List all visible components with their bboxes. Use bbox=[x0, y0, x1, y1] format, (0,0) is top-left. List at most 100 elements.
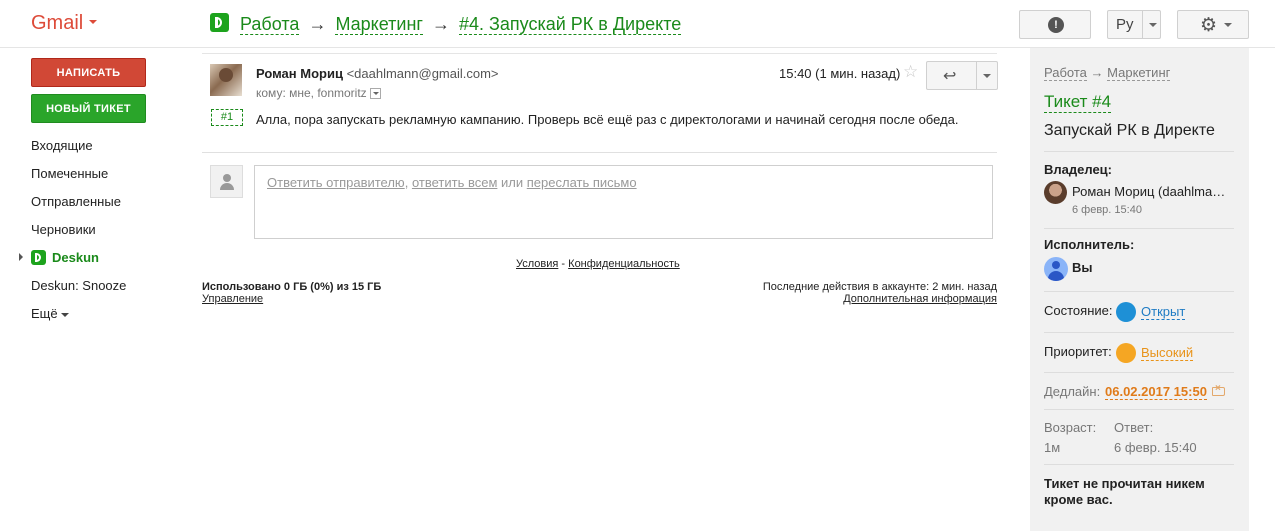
reply-icon: ↩ bbox=[943, 68, 957, 85]
answer-value: 6 февр. 15:40 bbox=[1114, 440, 1197, 455]
new-ticket-button[interactable]: НОВЫЙ ТИКЕТ bbox=[31, 94, 146, 123]
comma: , bbox=[404, 175, 409, 190]
message-time: 15:40 (1 мин. назад) bbox=[779, 66, 901, 81]
gear-icon: ⚙ bbox=[1200, 15, 1218, 36]
divider bbox=[1044, 464, 1234, 465]
status-dot-icon bbox=[1116, 302, 1136, 322]
gmail-logo-text: Gmail bbox=[31, 12, 84, 34]
ticket-subject: Запускай РК в Директе bbox=[1044, 122, 1215, 139]
language-label: Ру bbox=[1116, 16, 1134, 33]
ticket-number-badge[interactable]: #1 bbox=[211, 109, 243, 126]
reply-all-link[interactable]: ответить всем bbox=[412, 175, 497, 190]
owner-name[interactable]: Роман Мориц (daahlmann@gmail.com) bbox=[1072, 184, 1232, 199]
sidebar-item-more[interactable]: Ещё bbox=[31, 306, 69, 321]
assignee-avatar bbox=[1044, 257, 1068, 281]
breadcrumb-marketing[interactable]: Маркетинг bbox=[335, 14, 423, 35]
sidebar-item-starred[interactable]: Помеченные bbox=[31, 166, 108, 181]
clear-icon[interactable] bbox=[1211, 383, 1225, 396]
expand-arrow-icon[interactable] bbox=[19, 253, 23, 261]
recipients-details-toggle[interactable] bbox=[369, 88, 381, 99]
person-icon-body bbox=[220, 183, 234, 190]
activity-details-link[interactable]: Дополнительная информация bbox=[843, 293, 997, 305]
assignee-name[interactable]: Вы bbox=[1072, 260, 1093, 275]
recipients-line: кому: мне, fonmoritz bbox=[256, 86, 381, 100]
panel-breadcrumb-separator: → bbox=[1090, 65, 1104, 80]
answer-label: Ответ: bbox=[1114, 420, 1154, 435]
compose-button[interactable]: НАПИСАТЬ bbox=[31, 58, 146, 87]
deadline-field: 06.02.2017 15:50 bbox=[1105, 383, 1225, 400]
reply-options: Ответить отправителю, ответить всем или … bbox=[267, 175, 637, 190]
sender-email: <daahlmann@gmail.com> bbox=[346, 66, 499, 81]
divider bbox=[1044, 151, 1234, 152]
divider bbox=[1044, 409, 1234, 410]
account-activity: Последние действия в аккаунте: 2 мин. на… bbox=[762, 281, 997, 293]
sidebar-item-drafts[interactable]: Черновики bbox=[31, 222, 96, 237]
storage-usage: Использовано 0 ГБ (0%) из 15 ГБ bbox=[202, 281, 382, 293]
manage-storage-link[interactable]: Управление bbox=[202, 293, 263, 305]
privacy-link[interactable]: Конфиденциальность bbox=[568, 258, 680, 270]
breadcrumb-work[interactable]: Работа bbox=[240, 14, 300, 35]
priority-dot-icon bbox=[1116, 343, 1136, 363]
deadline-label: Дедлайн: bbox=[1044, 384, 1101, 399]
button-divider bbox=[1142, 11, 1143, 38]
owner-label: Владелец: bbox=[1044, 162, 1112, 177]
priority-value[interactable]: Высокий bbox=[1141, 345, 1194, 361]
reply-button[interactable]: ↩ bbox=[926, 61, 998, 90]
or-text: или bbox=[501, 175, 524, 190]
divider bbox=[1044, 228, 1234, 229]
my-avatar bbox=[210, 165, 243, 198]
panel-breadcrumb: Работа → Маркетинг bbox=[1044, 65, 1171, 81]
reply-box[interactable]: Ответить отправителю, ответить всем или … bbox=[254, 165, 993, 239]
deadline-value[interactable]: 06.02.2017 15:50 bbox=[1105, 384, 1207, 400]
sidebar-item-label: Ещё bbox=[31, 306, 58, 321]
unread-note: Тикет не прочитан никем кроме вас. bbox=[1044, 476, 1205, 507]
deskun-logo-icon bbox=[210, 13, 229, 32]
sender-line: Роман Мориц <daahlmann@gmail.com> bbox=[256, 66, 499, 81]
status-value[interactable]: Открыт bbox=[1141, 304, 1186, 320]
sender-avatar[interactable] bbox=[210, 64, 242, 96]
gmail-menu[interactable]: Gmail bbox=[31, 12, 98, 35]
breadcrumb: Работа → Маркетинг → #4. Запускай РК в Д… bbox=[210, 13, 682, 35]
alert-button[interactable]: ! bbox=[1019, 10, 1091, 39]
age-value: 1м bbox=[1044, 440, 1061, 455]
footer-dash: - bbox=[561, 258, 566, 270]
person-icon-body bbox=[1048, 271, 1064, 281]
chevron-down-icon bbox=[1224, 23, 1232, 27]
breadcrumb-separator: → bbox=[431, 14, 450, 34]
sidebar-item-label: Deskun bbox=[52, 250, 99, 265]
panel-breadcrumb-marketing[interactable]: Маркетинг bbox=[1107, 65, 1171, 81]
message-body: Алла, пора запускать рекламную кампанию.… bbox=[256, 112, 959, 127]
alert-icon: ! bbox=[1048, 17, 1064, 33]
divider bbox=[1044, 332, 1234, 333]
top-bar: Gmail Работа → Маркетинг → #4. Запускай … bbox=[0, 0, 1275, 48]
owner-avatar bbox=[1044, 181, 1067, 204]
chevron-down-icon bbox=[60, 312, 69, 317]
sender-name[interactable]: Роман Мориц bbox=[256, 66, 343, 81]
divider bbox=[202, 152, 997, 153]
deskun-logo-icon bbox=[31, 250, 46, 265]
breadcrumb-ticket[interactable]: #4. Запускай РК в Директе bbox=[459, 14, 682, 35]
owner-date: 6 февр. 15:40 bbox=[1072, 204, 1142, 216]
breadcrumb-separator: → bbox=[308, 14, 327, 34]
chevron-down-icon bbox=[89, 20, 98, 25]
reply-sender-link[interactable]: Ответить отправителю bbox=[267, 175, 405, 190]
language-button[interactable]: Ру bbox=[1107, 10, 1161, 39]
more-actions-chevron-icon[interactable] bbox=[983, 74, 991, 78]
panel-breadcrumb-work[interactable]: Работа bbox=[1044, 65, 1087, 81]
divider bbox=[1044, 372, 1234, 373]
ticket-title[interactable]: Тикет #4 bbox=[1044, 92, 1112, 113]
terms-link[interactable]: Условия bbox=[516, 258, 558, 270]
sidebar-item-deskun[interactable]: Deskun bbox=[31, 250, 99, 265]
star-icon[interactable]: ☆ bbox=[903, 62, 918, 82]
sidebar-item-deskun-snooze[interactable]: Deskun: Snooze bbox=[31, 278, 126, 293]
recipients-text: кому: мне, fonmoritz bbox=[256, 86, 367, 100]
chevron-down-icon bbox=[1149, 23, 1157, 27]
sidebar-item-sent[interactable]: Отправленные bbox=[31, 194, 121, 209]
priority-label: Приоритет: bbox=[1044, 344, 1112, 359]
settings-button[interactable]: ⚙ bbox=[1177, 10, 1249, 39]
status-label: Состояние: bbox=[1044, 303, 1113, 318]
forward-link[interactable]: переслать письмо bbox=[527, 175, 637, 190]
sidebar-item-inbox[interactable]: Входящие bbox=[31, 138, 93, 153]
button-divider bbox=[976, 62, 977, 89]
person-icon bbox=[1052, 261, 1060, 269]
